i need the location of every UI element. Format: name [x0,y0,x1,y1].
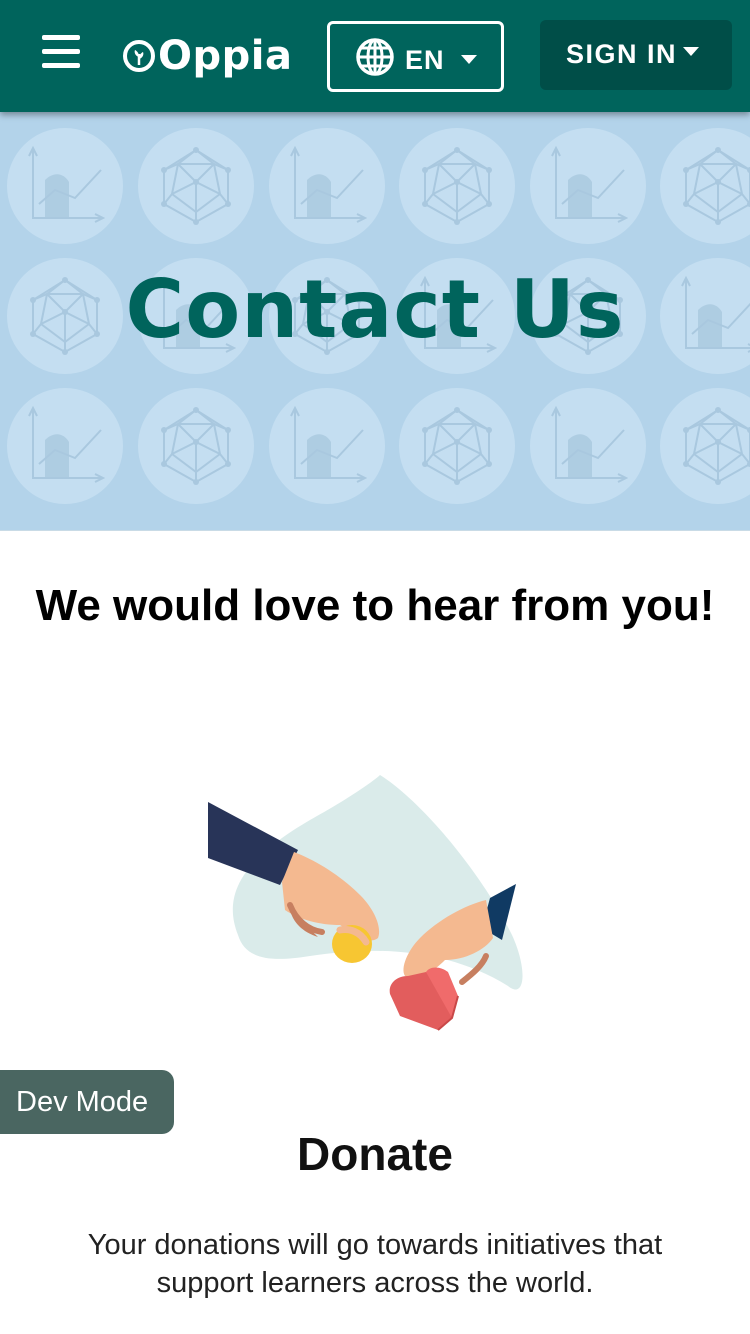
page-title: Contact Us [125,263,625,356]
oppia-logo[interactable]: Oppia [122,30,292,82]
donate-description: Your donations will go towards initiativ… [87,1229,663,1299]
sign-in-label: SIGN IN [566,39,678,69]
logo-text: Oppia [158,33,293,79]
language-label: EN [405,45,445,75]
chevron-down-icon [461,55,477,64]
dev-mode-badge[interactable]: Dev Mode [0,1070,174,1134]
contact-banner: Contact Us [0,112,750,531]
language-selector[interactable]: EN [327,21,504,92]
donate-title: Donate [297,1128,453,1180]
contact-headline: We would love to hear from you! [35,581,715,630]
hamburger-menu-icon[interactable] [38,30,84,74]
oppia-logo-icon [123,40,155,72]
top-navbar: Oppia EN SIGN IN [0,0,750,112]
sign-in-button[interactable]: SIGN IN [540,20,732,90]
globe-icon [356,38,394,76]
chevron-down-icon [683,47,699,56]
donation-hands-illustration [208,775,523,1031]
